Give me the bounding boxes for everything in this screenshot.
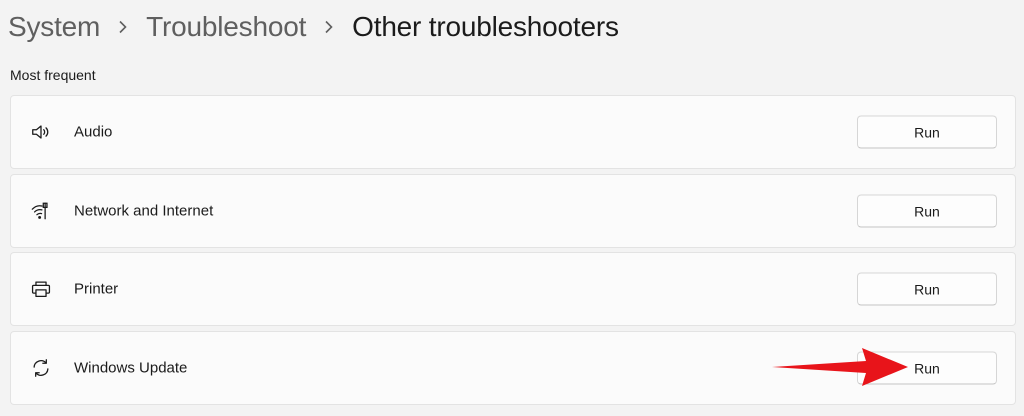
run-audio-button[interactable]: Run (857, 115, 997, 149)
chevron-right-icon (100, 4, 146, 50)
troubleshooter-row-network: Network and Internet Run (10, 174, 1016, 248)
breadcrumb-troubleshoot[interactable]: Troubleshoot (146, 11, 306, 43)
speaker-icon (29, 120, 53, 144)
chevron-right-icon (306, 4, 352, 50)
troubleshooter-row-printer: Printer Run (10, 252, 1016, 326)
troubleshooter-label: Audio (74, 123, 113, 141)
page-title: Other troubleshooters (352, 11, 619, 42)
red-arrow-annotation-icon (772, 348, 908, 386)
run-network-button[interactable]: Run (857, 194, 997, 228)
troubleshooter-label: Printer (74, 280, 119, 298)
breadcrumb-system[interactable]: System (8, 11, 100, 43)
breadcrumb: System Troubleshoot Other troubleshooter… (8, 4, 619, 50)
printer-icon (29, 277, 53, 301)
troubleshooter-label: Network and Internet (74, 202, 214, 220)
section-title: Most frequent (10, 67, 96, 83)
sync-icon (29, 356, 53, 380)
run-printer-button[interactable]: Run (857, 272, 997, 306)
network-icon (29, 199, 53, 223)
troubleshooter-row-audio: Audio Run (10, 95, 1016, 169)
troubleshooter-label: Windows Update (74, 359, 188, 377)
page: System Troubleshoot Other troubleshooter… (0, 0, 1024, 416)
